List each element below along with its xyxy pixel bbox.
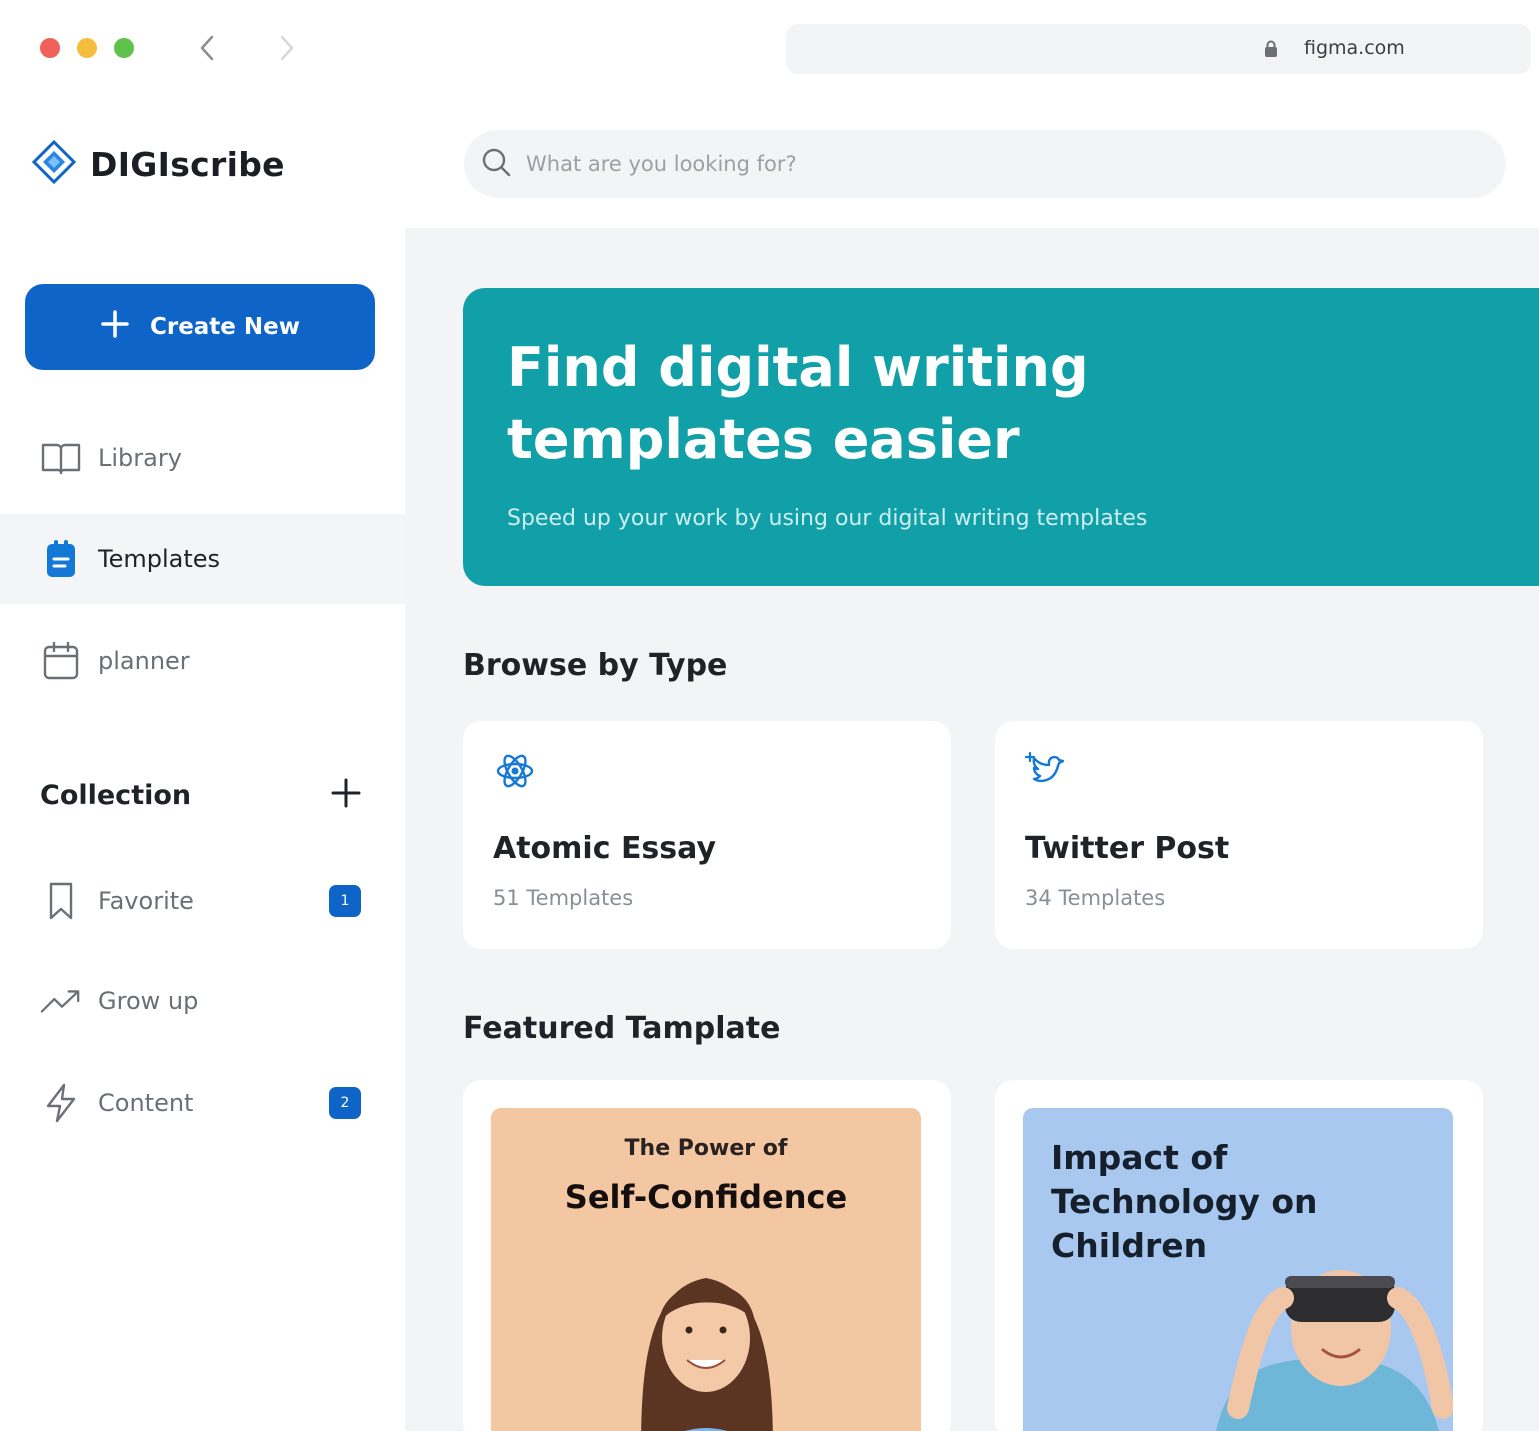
collection-item-label: Favorite [98,887,194,915]
logo-icon [31,139,77,188]
twitter-icon [1024,751,1069,797]
collection-item-favorite[interactable]: Favorite 1 [0,856,405,946]
type-name: Twitter Post [1025,831,1230,866]
sidebar-item-label: Library [98,444,182,472]
count-badge: 1 [329,885,361,917]
collection-item-content[interactable]: Content 2 [0,1058,405,1148]
collection-item-label: Grow up [98,987,199,1015]
collection-title: Collection [40,779,192,811]
browser-chrome: figma.com [0,0,1539,100]
address-bar[interactable]: figma.com [786,24,1531,74]
sidebar-item-templates[interactable]: Templates [0,514,405,604]
collection-item-grow-up[interactable]: Grow up [0,956,405,1046]
child-vr-photo-illustration [1216,1270,1453,1431]
template-cover: Impact of Technology on Children [1023,1108,1453,1431]
hero-banner: Find digital writing templates easier Sp… [463,288,1539,586]
browse-section-title: Browse by Type [463,648,728,683]
sidebar-item-planner[interactable]: planner [0,616,405,706]
brand-name: DIGIscribe [90,144,285,184]
calendar-icon [40,640,82,682]
type-card-atomic-essay[interactable]: Atomic Essay 51 Templates [463,721,951,949]
plus-icon [100,309,130,345]
main-content: Find digital writing templates easier Sp… [405,228,1539,1431]
atom-icon [493,754,537,797]
book-icon [40,437,82,479]
woman-photo-illustration [641,1278,773,1431]
sidebar-item-label: planner [98,647,190,675]
search-input[interactable] [526,152,1426,176]
trend-icon [40,980,82,1022]
featured-card-technology-children[interactable]: Impact of Technology on Children [995,1080,1483,1431]
hero-title: Find digital writing templates easier [507,336,1089,471]
template-cover: The Power of Self-Confidence [491,1108,921,1431]
back-arrow-icon[interactable] [192,30,222,66]
brand[interactable]: DIGIscribe [31,139,285,188]
bookmark-icon [40,880,82,922]
template-icon [40,538,82,580]
create-new-button[interactable]: Create New [25,284,375,370]
type-count: 34 Templates [1025,886,1166,910]
search-icon [480,146,512,182]
maximize-window-dot[interactable] [114,38,134,58]
type-name: Atomic Essay [493,831,717,866]
url-text: figma.com [1304,37,1405,59]
type-count: 51 Templates [493,886,634,910]
create-new-label: Create New [149,314,301,340]
minimize-window-dot[interactable] [77,38,97,58]
search-bar[interactable] [464,130,1506,198]
forward-arrow-icon[interactable] [272,30,302,66]
featured-section-title: Featured Tamplate [463,1011,781,1046]
count-badge: 2 [329,1087,361,1119]
collection-header: Collection [40,772,362,818]
close-window-dot[interactable] [40,38,60,58]
collection-item-label: Content [98,1089,194,1117]
featured-card-self-confidence[interactable]: The Power of Self-Confidence [463,1080,951,1431]
sidebar-item-library[interactable]: Library [0,413,405,503]
add-collection-icon[interactable] [330,777,362,813]
sidebar: DIGIscribe Create New Library Templates … [0,100,405,1431]
lock-icon [1264,40,1278,62]
type-card-twitter-post[interactable]: Twitter Post 34 Templates [995,721,1483,949]
sidebar-item-label: Templates [98,545,221,573]
hero-subtitle: Speed up your work by using our digital … [507,506,1148,531]
lightning-icon [40,1082,82,1124]
